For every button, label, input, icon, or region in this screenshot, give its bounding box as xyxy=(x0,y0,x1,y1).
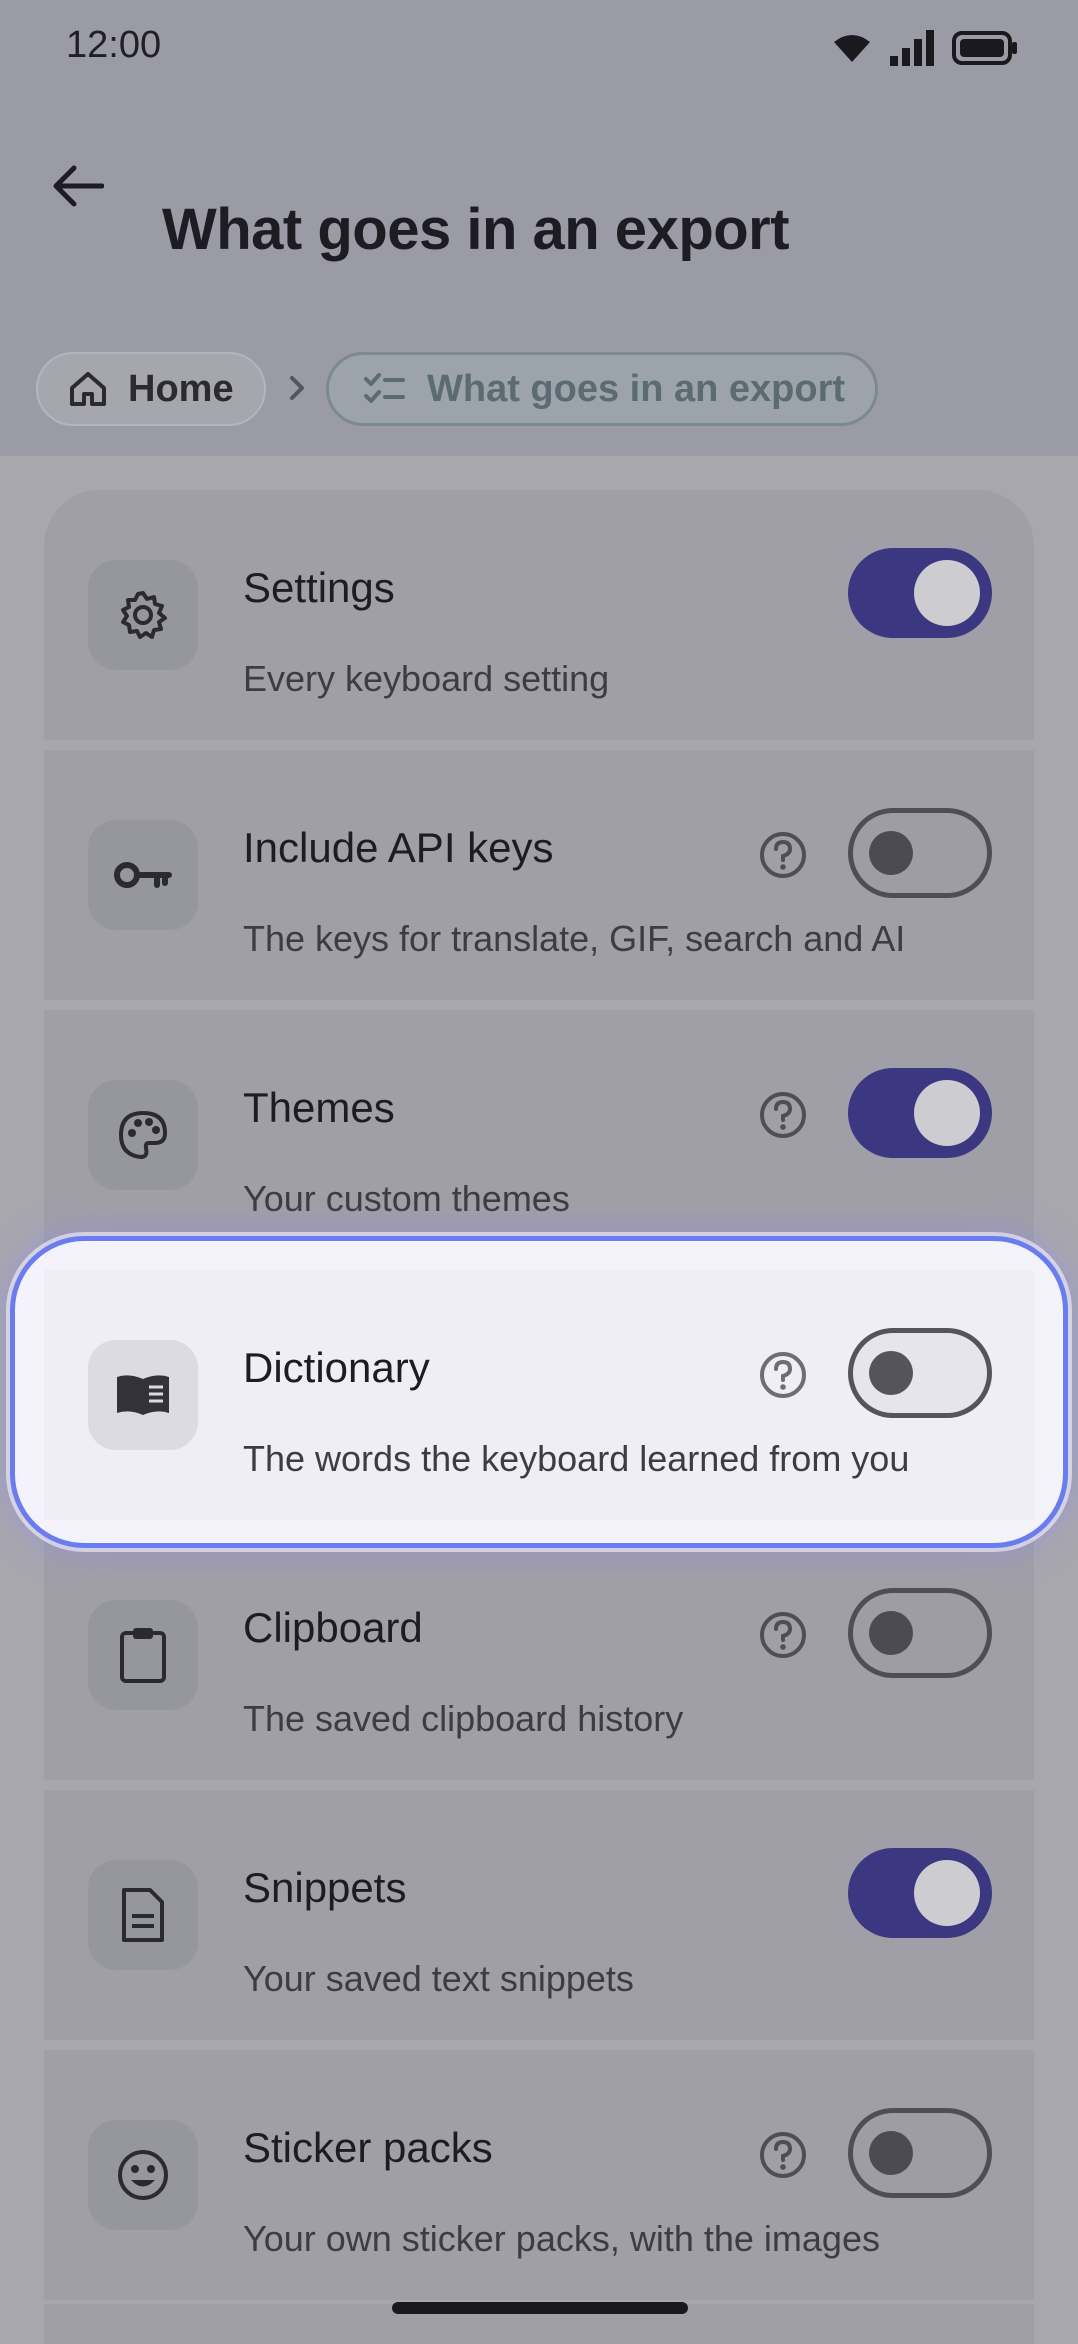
document-icon xyxy=(122,1888,164,1942)
breadcrumb-home[interactable]: Home xyxy=(36,352,266,426)
item-title: Include API keys xyxy=(243,824,554,871)
back-button[interactable] xyxy=(38,146,118,226)
dictionary-toggle[interactable] xyxy=(848,1328,992,1418)
item-subtitle: The saved clipboard history xyxy=(243,1698,684,1739)
clipboard-icon xyxy=(120,1628,166,1683)
status-bar: 12:00 xyxy=(0,0,1078,96)
battery-icon xyxy=(952,31,1017,65)
help-icon[interactable] xyxy=(758,830,808,880)
item-title: Snippets xyxy=(243,1864,407,1911)
item-title: Dictionary xyxy=(243,1344,430,1391)
settings-toggle[interactable] xyxy=(848,548,992,638)
help-icon[interactable] xyxy=(758,1610,808,1660)
item-subtitle: The keys for translate, GIF, search and … xyxy=(243,918,906,959)
item-subtitle: Your saved text snippets xyxy=(243,1958,634,1999)
sticker-packs-toggle[interactable] xyxy=(848,2108,992,2198)
home-icon xyxy=(70,372,106,406)
status-time: 12:00 xyxy=(66,24,162,66)
wifi-icon xyxy=(834,35,870,62)
signal-icon xyxy=(890,30,934,66)
list-item-settings[interactable]: Settings Every keyboard setting xyxy=(44,490,1034,740)
key-icon xyxy=(114,862,172,888)
breadcrumb-current-label: What goes in an export xyxy=(427,367,846,410)
item-title: Themes xyxy=(243,1084,395,1131)
themes-toggle[interactable] xyxy=(848,1068,992,1158)
snippets-toggle[interactable] xyxy=(848,1848,992,1938)
item-title: Sticker packs xyxy=(243,2124,493,2171)
arrow-left-icon xyxy=(53,165,104,207)
help-icon[interactable] xyxy=(758,1090,808,1140)
list-item-clipboard[interactable]: Clipboard The saved clipboard history xyxy=(44,1530,1034,1780)
item-subtitle: Your own sticker packs, with the images xyxy=(243,2218,880,2259)
list-item-themes[interactable]: Themes Your custom themes xyxy=(44,1010,1034,1260)
item-subtitle: The words the keyboard learned from you xyxy=(243,1438,910,1479)
help-icon[interactable] xyxy=(758,1350,808,1400)
gear-icon xyxy=(121,591,167,639)
breadcrumb-current: What goes in an export xyxy=(326,352,878,426)
clipboard-toggle[interactable] xyxy=(848,1588,992,1678)
api-keys-toggle[interactable] xyxy=(848,808,992,898)
item-title: Clipboard xyxy=(243,1604,423,1651)
home-indicator[interactable] xyxy=(392,2302,688,2314)
smiley-icon xyxy=(118,2150,168,2200)
item-subtitle: Every keyboard setting xyxy=(243,658,610,699)
item-subtitle: Your custom themes xyxy=(243,1178,570,1219)
help-icon[interactable] xyxy=(758,2130,808,2180)
item-title: Settings xyxy=(243,564,395,611)
page-title: What goes in an export xyxy=(162,197,790,262)
chevron-right-icon xyxy=(290,376,304,400)
checklist-icon xyxy=(364,373,405,403)
list-item-dictionary[interactable]: Dictionary The words the keyboard learne… xyxy=(44,1270,1034,1520)
list-item-snippets[interactable]: Snippets Your saved text snippets xyxy=(44,1790,1034,2040)
status-icons xyxy=(832,28,1018,68)
breadcrumb-home-label: Home xyxy=(128,367,234,410)
palette-icon xyxy=(119,1111,167,1159)
book-icon xyxy=(117,1375,169,1415)
list-item-api-keys[interactable]: Include API keys The keys for translate,… xyxy=(44,750,1034,1000)
list-item-sticker-packs[interactable]: Sticker packs Your own sticker packs, wi… xyxy=(44,2050,1034,2300)
